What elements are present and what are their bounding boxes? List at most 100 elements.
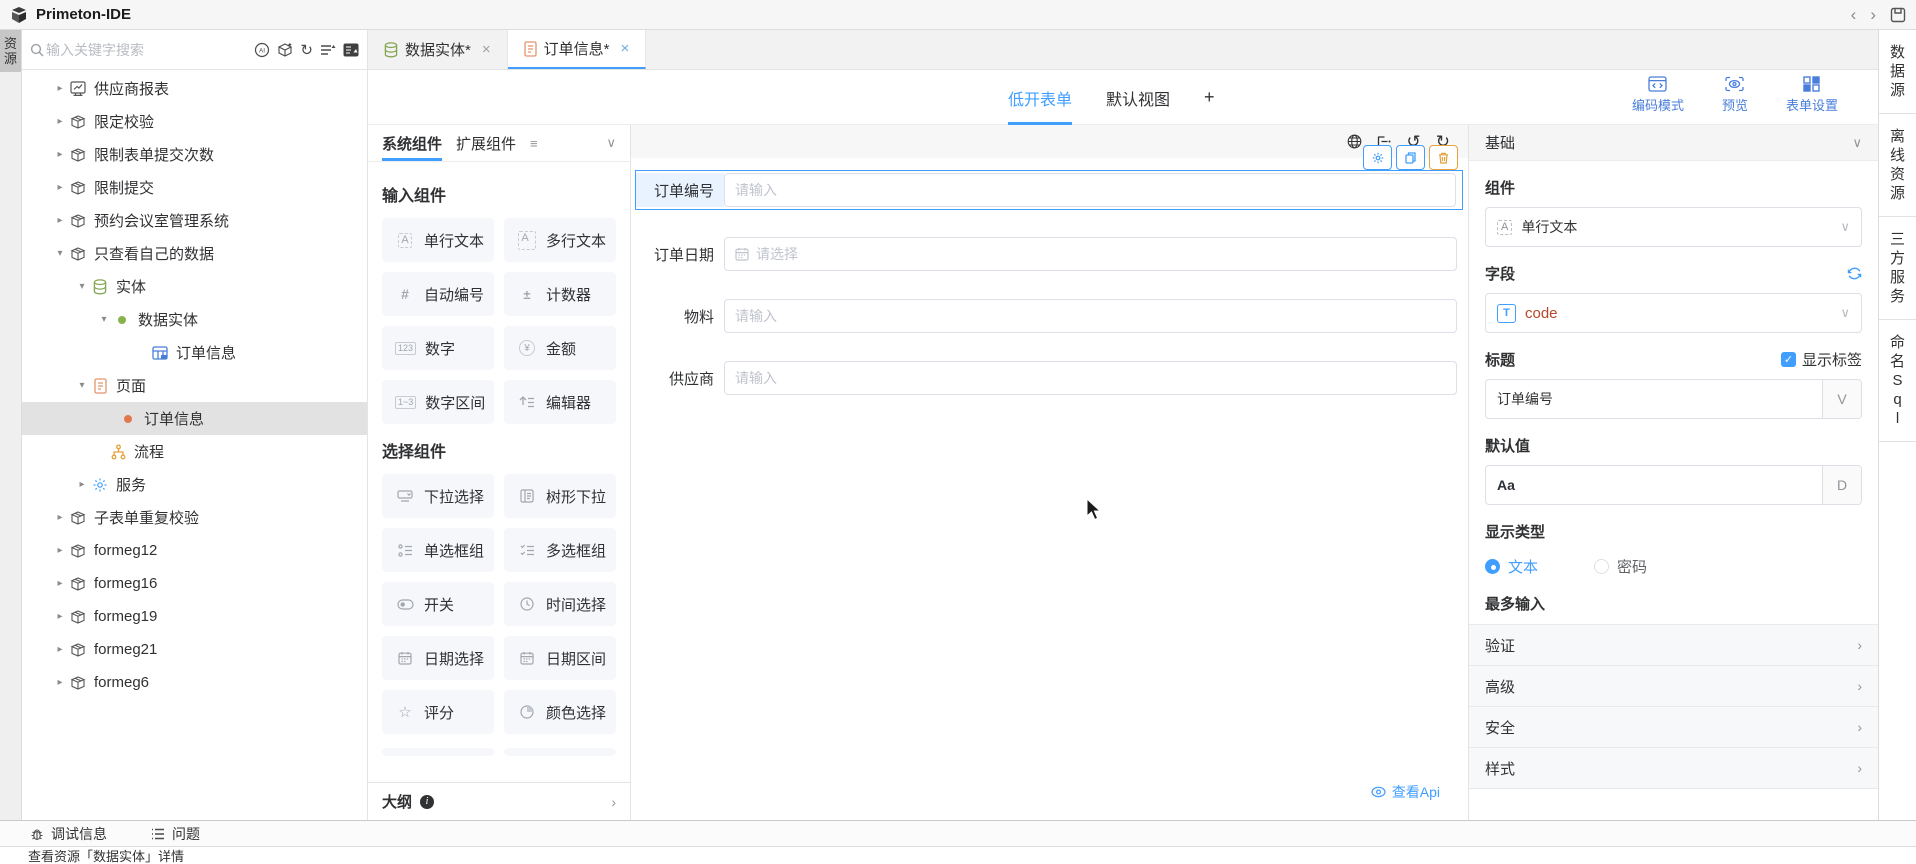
- tree-item-3[interactable]: ▸ 限制提交: [22, 171, 367, 204]
- field-trash-button[interactable]: [1429, 145, 1458, 170]
- field-copy-button[interactable]: [1396, 145, 1425, 170]
- tree-item-10[interactable]: 订单信息: [22, 402, 367, 435]
- canvas-field-3[interactable]: 供应商 请输入: [636, 361, 1463, 395]
- right-arrow-icon[interactable]: ▸: [52, 116, 68, 127]
- tree-item-11[interactable]: 流程: [22, 435, 367, 468]
- right-arrow-icon[interactable]: ▸: [52, 182, 68, 193]
- field-input[interactable]: 请输入: [724, 299, 1457, 333]
- close-icon[interactable]: ×: [482, 41, 491, 58]
- tree-item-4[interactable]: ▸ 预约会议室管理系统: [22, 204, 367, 237]
- component-select[interactable]: A 单行文本 ∨: [1485, 207, 1862, 247]
- field-input[interactable]: 请输入: [724, 361, 1457, 395]
- default-addon-button[interactable]: D: [1822, 466, 1861, 504]
- save-icon[interactable]: [1890, 7, 1906, 23]
- show-label-checkbox[interactable]: ✓: [1781, 352, 1796, 367]
- right-arrow-icon[interactable]: ▸: [52, 578, 68, 589]
- tree-item-5[interactable]: ▾ 只查看自己的数据: [22, 237, 367, 270]
- palette-item-radio-group[interactable]: 单选框组: [382, 528, 494, 572]
- panel-toggle-icon[interactable]: [343, 43, 359, 57]
- code-mode-button[interactable]: 编码模式: [1632, 76, 1684, 114]
- field-gear-button[interactable]: [1363, 145, 1392, 170]
- display-type-radio-0[interactable]: 文本: [1485, 556, 1538, 577]
- palette-item-date[interactable]: 日期选择: [382, 636, 494, 680]
- ai-icon[interactable]: AI: [254, 42, 270, 58]
- right-arrow-icon[interactable]: ▸: [74, 479, 90, 490]
- editor-tab-1[interactable]: 订单信息* ×: [508, 30, 647, 69]
- down-arrow-icon[interactable]: ▾: [74, 281, 90, 292]
- palette-item-select[interactable]: 下拉选择: [382, 474, 494, 518]
- tree-item-12[interactable]: ▸ 服务: [22, 468, 367, 501]
- tree-item-15[interactable]: ▸ formeg16: [22, 567, 367, 600]
- props-group-0[interactable]: 验证 ›: [1469, 625, 1878, 666]
- palette-item-text-single[interactable]: A 单行文本: [382, 218, 494, 262]
- palette-item-rate[interactable]: ☆ 评分: [382, 690, 494, 734]
- palette-item-tree-select[interactable]: 树形下拉: [504, 474, 616, 518]
- form-canvas[interactable]: ↺↻ 订单编号 请输入 订单日期 请选择 物料 请输入 供应商 请输入: [631, 125, 1468, 820]
- canvas-field-1[interactable]: 订单日期 请选择: [636, 237, 1463, 271]
- form-settings-button[interactable]: 表单设置: [1786, 76, 1838, 114]
- menu-icon[interactable]: ≡: [530, 136, 538, 151]
- tree-item-14[interactable]: ▸ formeg12: [22, 534, 367, 567]
- nav-forward-icon[interactable]: ›: [1870, 6, 1876, 23]
- palette-item-time[interactable]: 时间选择: [504, 582, 616, 626]
- bottom-tab-issues[interactable]: 问题: [151, 824, 200, 844]
- palette-tab-1[interactable]: 扩展组件: [456, 125, 516, 161]
- close-icon[interactable]: ×: [620, 40, 629, 57]
- tree-item-16[interactable]: ▸ formeg19: [22, 600, 367, 633]
- right-arrow-icon[interactable]: ▸: [52, 512, 68, 523]
- palette-item-text-multi[interactable]: A 多行文本: [504, 218, 616, 262]
- right-arrow-icon[interactable]: ▸: [52, 83, 68, 94]
- preview-button[interactable]: 预览: [1722, 76, 1748, 114]
- tree-item-0[interactable]: ▸ 供应商报表: [22, 72, 367, 105]
- palette-tab-0[interactable]: 系统组件: [382, 125, 442, 161]
- nav-back-icon[interactable]: ‹: [1851, 6, 1857, 23]
- globe-icon[interactable]: [1347, 134, 1362, 149]
- right-arrow-icon[interactable]: ▸: [52, 677, 68, 688]
- down-arrow-icon[interactable]: ▾: [74, 380, 90, 391]
- down-arrow-icon[interactable]: ▾: [96, 314, 112, 325]
- palette-item-date-range[interactable]: 日期区间: [504, 636, 616, 680]
- right-arrow-icon[interactable]: ▸: [52, 149, 68, 160]
- down-arrow-icon[interactable]: ▾: [52, 248, 68, 259]
- tree-item-17[interactable]: ▸ formeg21: [22, 633, 367, 666]
- search-input[interactable]: [44, 41, 247, 59]
- props-section-header[interactable]: 基础 ∨: [1469, 125, 1878, 161]
- field-input[interactable]: 请选择: [724, 237, 1457, 271]
- tree-item-8[interactable]: 订单信息: [22, 336, 367, 369]
- editor-tab-0[interactable]: 数据实体* ×: [368, 30, 508, 69]
- add-view-button[interactable]: +: [1204, 87, 1215, 108]
- palette-item-counter[interactable]: ± 计数器: [504, 272, 616, 316]
- tree-item-9[interactable]: ▾ 页面: [22, 369, 367, 402]
- palette-item-money[interactable]: ¥ 金额: [504, 326, 616, 370]
- field-input[interactable]: 请输入: [724, 173, 1456, 207]
- canvas-field-0[interactable]: 订单编号 请输入: [635, 170, 1463, 210]
- palette-item-auto-number[interactable]: # 自动编号: [382, 272, 494, 316]
- tree-item-1[interactable]: ▸ 限定校验: [22, 105, 367, 138]
- canvas-field-2[interactable]: 物料 请输入: [636, 299, 1463, 333]
- palette-item-editor[interactable]: 编辑器: [504, 380, 616, 424]
- view-tab-1[interactable]: 默认视图: [1106, 70, 1170, 125]
- resource-strip-tab[interactable]: 资源: [0, 30, 21, 72]
- right-arrow-icon[interactable]: ▸: [52, 545, 68, 556]
- right-arrow-icon[interactable]: ▸: [52, 644, 68, 655]
- tree-item-6[interactable]: ▾ 实体: [22, 270, 367, 303]
- refresh-icon[interactable]: ↻: [300, 41, 313, 59]
- right-strip-tab-1[interactable]: 离线资源: [1879, 114, 1916, 217]
- palette-item-number[interactable]: 123 数字: [382, 326, 494, 370]
- view-tab-0[interactable]: 低开表单: [1008, 70, 1072, 125]
- display-type-radio-1[interactable]: 密码: [1594, 556, 1647, 577]
- palette-item-color[interactable]: 颜色选择: [504, 690, 616, 734]
- props-group-2[interactable]: 安全 ›: [1469, 707, 1878, 748]
- bottom-tab-debug[interactable]: 调试信息: [30, 824, 107, 844]
- tree-item-13[interactable]: ▸ 子表单重复校验: [22, 501, 367, 534]
- default-value-input[interactable]: Aa D: [1485, 465, 1862, 505]
- new-cube-icon[interactable]: [277, 42, 293, 58]
- palette-item-checkbox-group[interactable]: 多选框组: [504, 528, 616, 572]
- title-input[interactable]: 订单编号 V: [1485, 379, 1862, 419]
- tree-item-2[interactable]: ▸ 限制表单提交次数: [22, 138, 367, 171]
- props-group-1[interactable]: 高级 ›: [1469, 666, 1878, 707]
- right-strip-tab-0[interactable]: 数据源: [1879, 30, 1916, 114]
- palette-footer[interactable]: 大纲 i ›: [368, 782, 630, 820]
- props-group-3[interactable]: 样式 ›: [1469, 748, 1878, 789]
- field-refresh-icon[interactable]: [1847, 266, 1862, 281]
